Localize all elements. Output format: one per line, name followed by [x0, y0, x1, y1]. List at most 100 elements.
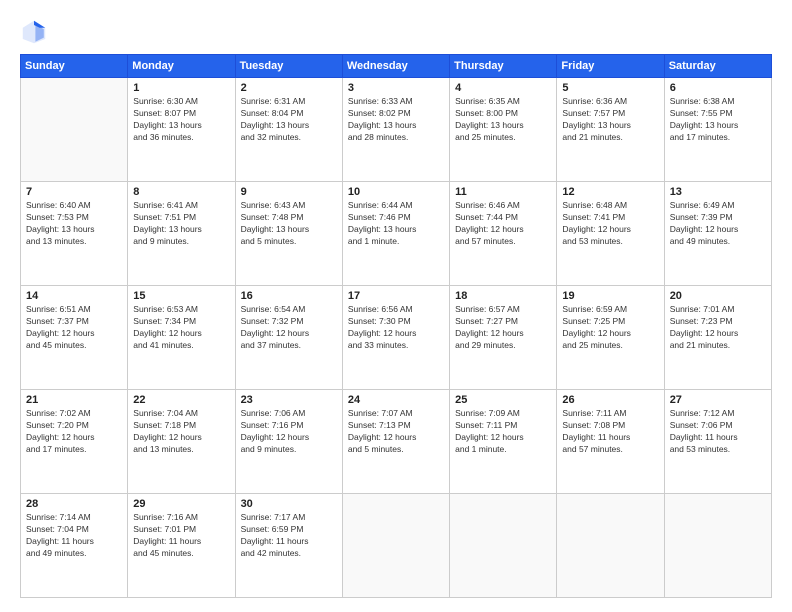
day-info: Sunrise: 7:01 AMSunset: 7:23 PMDaylight:… — [670, 304, 766, 352]
calendar-cell — [557, 494, 664, 598]
calendar-cell: 2 Sunrise: 6:31 AMSunset: 8:04 PMDaylight… — [235, 78, 342, 182]
day-number: 26 — [562, 394, 658, 406]
header — [20, 18, 772, 46]
day-info: Sunrise: 6:41 AMSunset: 7:51 PMDaylight:… — [133, 200, 229, 248]
day-info: Sunrise: 6:46 AMSunset: 7:44 PMDaylight:… — [455, 200, 551, 248]
calendar-cell — [450, 494, 557, 598]
day-number: 16 — [241, 290, 337, 302]
day-info: Sunrise: 7:09 AMSunset: 7:11 PMDaylight:… — [455, 408, 551, 456]
day-number: 12 — [562, 186, 658, 198]
calendar-week-row: 7 Sunrise: 6:40 AMSunset: 7:53 PMDaylight… — [21, 182, 772, 286]
calendar-cell: 26 Sunrise: 7:11 AMSunset: 7:08 PMDayligh… — [557, 390, 664, 494]
day-info: Sunrise: 6:36 AMSunset: 7:57 PMDaylight:… — [562, 96, 658, 144]
calendar-cell: 15 Sunrise: 6:53 AMSunset: 7:34 PMDayligh… — [128, 286, 235, 390]
calendar-cell — [342, 494, 449, 598]
calendar-cell: 25 Sunrise: 7:09 AMSunset: 7:11 PMDayligh… — [450, 390, 557, 494]
calendar-cell: 20 Sunrise: 7:01 AMSunset: 7:23 PMDayligh… — [664, 286, 771, 390]
calendar-cell: 30 Sunrise: 7:17 AMSunset: 6:59 PMDayligh… — [235, 494, 342, 598]
weekday-header: Saturday — [664, 55, 771, 78]
day-number: 11 — [455, 186, 551, 198]
calendar-cell: 27Sunrise: 7:12 AMSunset: 7:06 PMDayligh… — [664, 390, 771, 494]
day-number: 4 — [455, 82, 551, 94]
logo — [20, 18, 54, 46]
day-number: 10 — [348, 186, 444, 198]
day-info: Sunrise: 6:56 AMSunset: 7:30 PMDaylight:… — [348, 304, 444, 352]
day-info: Sunrise: 6:49 AMSunset: 7:39 PMDaylight:… — [670, 200, 766, 248]
day-info: Sunrise: 6:44 AMSunset: 7:46 PMDaylight:… — [348, 200, 444, 248]
calendar-cell: 28 Sunrise: 7:14 AMSunset: 7:04 PMDayligh… — [21, 494, 128, 598]
calendar-cell: 6 Sunrise: 6:38 AMSunset: 7:55 PMDaylight… — [664, 78, 771, 182]
calendar-cell: 21Sunrise: 7:02 AMSunset: 7:20 PMDayligh… — [21, 390, 128, 494]
day-info: Sunrise: 6:38 AMSunset: 7:55 PMDaylight:… — [670, 96, 766, 144]
day-number: 29 — [133, 498, 229, 510]
calendar: SundayMondayTuesdayWednesdayThursdayFrid… — [20, 54, 772, 598]
calendar-cell: 19 Sunrise: 6:59 AMSunset: 7:25 PMDayligh… — [557, 286, 664, 390]
calendar-cell: 10 Sunrise: 6:44 AMSunset: 7:46 PMDayligh… — [342, 182, 449, 286]
calendar-cell: 17 Sunrise: 6:56 AMSunset: 7:30 PMDayligh… — [342, 286, 449, 390]
day-info: Sunrise: 6:59 AMSunset: 7:25 PMDaylight:… — [562, 304, 658, 352]
day-number: 7 — [26, 186, 122, 198]
calendar-header-row: SundayMondayTuesdayWednesdayThursdayFrid… — [21, 55, 772, 78]
day-info: Sunrise: 6:33 AMSunset: 8:02 PMDaylight:… — [348, 96, 444, 144]
day-info: Sunrise: 6:43 AMSunset: 7:48 PMDaylight:… — [241, 200, 337, 248]
calendar-cell: 5 Sunrise: 6:36 AMSunset: 7:57 PMDaylight… — [557, 78, 664, 182]
day-number: 6 — [670, 82, 766, 94]
calendar-cell: 24 Sunrise: 7:07 AMSunset: 7:13 PMDayligh… — [342, 390, 449, 494]
day-info: Sunrise: 7:17 AMSunset: 6:59 PMDaylight:… — [241, 512, 337, 560]
day-number: 13 — [670, 186, 766, 198]
calendar-cell: 9 Sunrise: 6:43 AMSunset: 7:48 PMDaylight… — [235, 182, 342, 286]
day-info: Sunrise: 7:07 AMSunset: 7:13 PMDaylight:… — [348, 408, 444, 456]
calendar-cell: 14Sunrise: 6:51 AMSunset: 7:37 PMDayligh… — [21, 286, 128, 390]
day-number: 15 — [133, 290, 229, 302]
calendar-cell — [664, 494, 771, 598]
calendar-cell: 22 Sunrise: 7:04 AMSunset: 7:18 PMDayligh… — [128, 390, 235, 494]
day-number: 22 — [133, 394, 229, 406]
day-info: Sunrise: 6:48 AMSunset: 7:41 PMDaylight:… — [562, 200, 658, 248]
day-number: 21 — [26, 394, 122, 406]
calendar-week-row: 1 Sunrise: 6:30 AMSunset: 8:07 PMDaylight… — [21, 78, 772, 182]
day-number: 24 — [348, 394, 444, 406]
page: SundayMondayTuesdayWednesdayThursdayFrid… — [0, 0, 792, 612]
day-number: 8 — [133, 186, 229, 198]
calendar-week-row: 21Sunrise: 7:02 AMSunset: 7:20 PMDayligh… — [21, 390, 772, 494]
calendar-cell — [21, 78, 128, 182]
calendar-cell: 7 Sunrise: 6:40 AMSunset: 7:53 PMDaylight… — [21, 182, 128, 286]
day-info: Sunrise: 7:16 AMSunset: 7:01 PMDaylight:… — [133, 512, 229, 560]
calendar-cell: 4 Sunrise: 6:35 AMSunset: 8:00 PMDaylight… — [450, 78, 557, 182]
weekday-header: Wednesday — [342, 55, 449, 78]
day-number: 25 — [455, 394, 551, 406]
day-info: Sunrise: 7:11 AMSunset: 7:08 PMDaylight:… — [562, 408, 658, 456]
day-number: 14 — [26, 290, 122, 302]
day-number: 18 — [455, 290, 551, 302]
day-info: Sunrise: 6:40 AMSunset: 7:53 PMDaylight:… — [26, 200, 122, 248]
day-number: 9 — [241, 186, 337, 198]
weekday-header: Monday — [128, 55, 235, 78]
calendar-cell: 3Sunrise: 6:33 AMSunset: 8:02 PMDaylight… — [342, 78, 449, 182]
weekday-header: Friday — [557, 55, 664, 78]
weekday-header: Sunday — [21, 55, 128, 78]
day-info: Sunrise: 7:04 AMSunset: 7:18 PMDaylight:… — [133, 408, 229, 456]
day-info: Sunrise: 6:31 AMSunset: 8:04 PMDaylight:… — [241, 96, 337, 144]
day-info: Sunrise: 6:30 AMSunset: 8:07 PMDaylight:… — [133, 96, 229, 144]
calendar-cell: 11 Sunrise: 6:46 AMSunset: 7:44 PMDayligh… — [450, 182, 557, 286]
calendar-cell: 8 Sunrise: 6:41 AMSunset: 7:51 PMDaylight… — [128, 182, 235, 286]
day-number: 17 — [348, 290, 444, 302]
day-info: Sunrise: 6:57 AMSunset: 7:27 PMDaylight:… — [455, 304, 551, 352]
day-info: Sunrise: 6:35 AMSunset: 8:00 PMDaylight:… — [455, 96, 551, 144]
calendar-cell: 16Sunrise: 6:54 AMSunset: 7:32 PMDayligh… — [235, 286, 342, 390]
day-number: 20 — [670, 290, 766, 302]
calendar-week-row: 28 Sunrise: 7:14 AMSunset: 7:04 PMDayligh… — [21, 494, 772, 598]
day-number: 30 — [241, 498, 337, 510]
day-info: Sunrise: 6:53 AMSunset: 7:34 PMDaylight:… — [133, 304, 229, 352]
day-number: 1 — [133, 82, 229, 94]
day-number: 19 — [562, 290, 658, 302]
day-info: Sunrise: 7:06 AMSunset: 7:16 PMDaylight:… — [241, 408, 337, 456]
weekday-header: Thursday — [450, 55, 557, 78]
day-number: 5 — [562, 82, 658, 94]
day-info: Sunrise: 7:14 AMSunset: 7:04 PMDaylight:… — [26, 512, 122, 560]
calendar-cell: 12 Sunrise: 6:48 AMSunset: 7:41 PMDayligh… — [557, 182, 664, 286]
calendar-cell: 13 Sunrise: 6:49 AMSunset: 7:39 PMDayligh… — [664, 182, 771, 286]
day-number: 28 — [26, 498, 122, 510]
logo-icon — [20, 18, 48, 46]
day-number: 2 — [241, 82, 337, 94]
